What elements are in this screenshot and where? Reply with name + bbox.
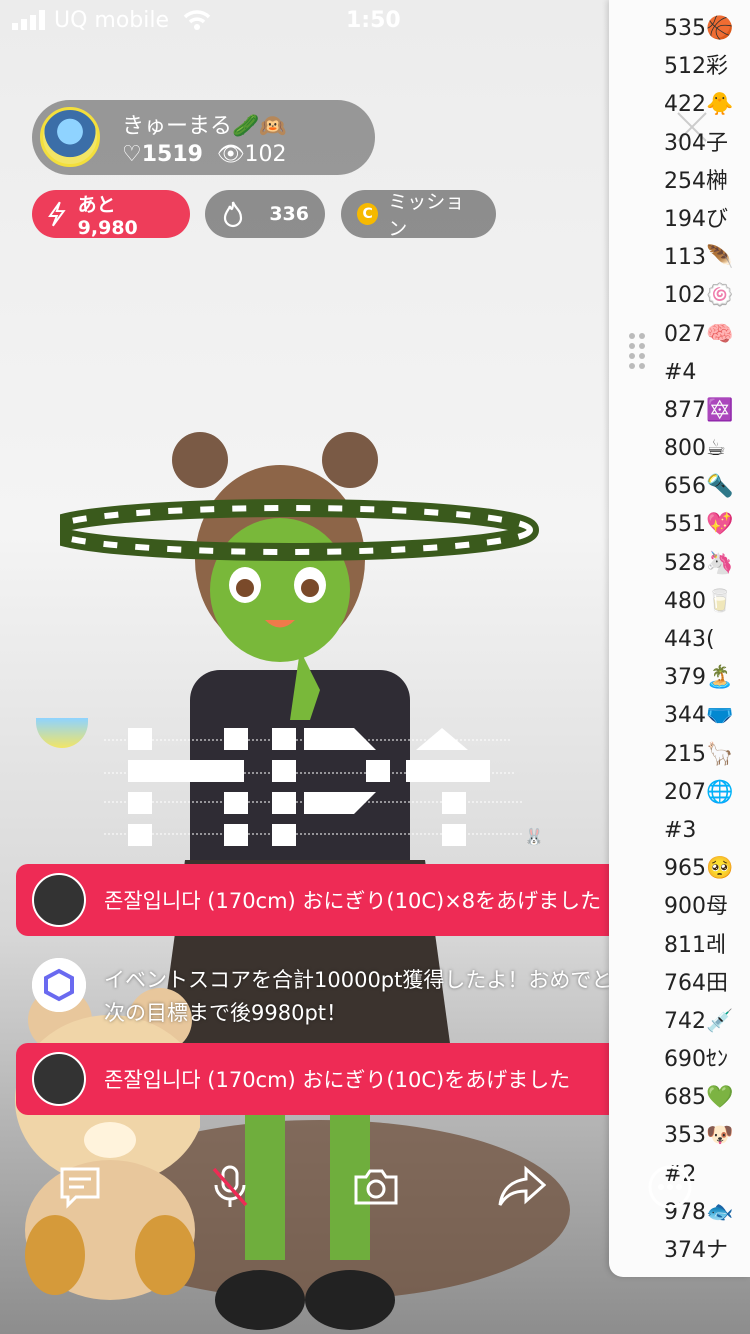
ranking-entry[interactable]: 551💖 (664, 506, 733, 544)
chat-text: イベントスコアを合計10000pt獲得したよ！おめでとう！次の目標まで後9980… (104, 968, 655, 1025)
ranking-entry[interactable]: 965🥺 (664, 850, 733, 888)
ranking-entry[interactable]: 207🌐 (664, 774, 733, 812)
chat-message[interactable]: 존잘입니다 (170cm) おにぎり(10C)をあげました (16, 1043, 661, 1115)
clock: 1:50 (346, 8, 401, 33)
ranking-entry[interactable]: 656🔦 (664, 468, 733, 506)
app-logo-icon (32, 958, 86, 1012)
coin-icon: C (357, 203, 379, 225)
carrier-label: UQ mobile (54, 8, 170, 33)
ranking-entry[interactable]: 194び (664, 201, 733, 239)
share-icon[interactable] (498, 1163, 546, 1211)
wifi-icon (183, 10, 211, 30)
signal-icon (12, 10, 45, 30)
camera-icon[interactable] (352, 1163, 400, 1211)
ranking-entry[interactable]: 800☕ (664, 430, 733, 468)
event-app-icon (32, 958, 86, 1012)
ranking-entry[interactable]: #3 (664, 812, 733, 850)
ranking-entry[interactable]: 685💚 (664, 1079, 733, 1117)
rabbit-emoji: 🐰 (524, 827, 544, 846)
ranking-entry[interactable]: 443( (664, 621, 733, 659)
ranking-entry[interactable]: 535🏀 (664, 10, 733, 48)
ranking-entry[interactable]: 877🔯 (664, 392, 733, 430)
ranking-entry[interactable]: 764田 (664, 965, 733, 1003)
ranking-entry[interactable]: 811레 (664, 927, 733, 965)
chat-message-system: イベントスコアを合計10000pt獲得したよ！おめでとう！次の目標まで後9980… (16, 950, 654, 1030)
ranking-entry[interactable]: 528🦄 (664, 545, 733, 583)
chat-avatar[interactable] (32, 1052, 86, 1106)
ranking-entry[interactable]: 215🦙 (664, 736, 733, 774)
ranking-entry[interactable]: 480🥛 (664, 583, 733, 621)
chat-text: 존잘입니다 (170cm) おにぎり(10C)をあげました (104, 1068, 571, 1092)
mission-label: ミッション (388, 191, 465, 240)
pixel-art-graphic: 🐰 (104, 728, 544, 846)
viewer-count: 👁102 (216, 142, 287, 167)
drag-handle-icon[interactable] (627, 332, 647, 370)
goal-remaining: あと9,980 (77, 193, 138, 239)
ranking-entry[interactable]: 027🧠 (664, 316, 733, 354)
ranking-entry[interactable]: 374ナ (664, 1232, 733, 1270)
mission-pill[interactable]: C ミッション (341, 190, 496, 240)
flame-icon (223, 201, 243, 228)
fire-pill[interactable]: 336 (205, 190, 325, 238)
goal-pill[interactable]: あと9,980 (32, 190, 190, 239)
chat-text: 존잘입니다 (170cm) おにぎり(10C)×8をあげました (104, 889, 602, 913)
ranking-entry[interactable]: 254榊 (664, 163, 733, 201)
likes-count: ♡1519 (122, 142, 203, 167)
host-name: きゅーまる🥒🙉 (122, 114, 287, 139)
more-icon[interactable] (646, 1163, 694, 1211)
host-avatar[interactable] (40, 107, 100, 167)
ranking-entry[interactable]: #4 (664, 354, 733, 392)
chat-message[interactable]: 존잘입니다 (170cm) おにぎり(10C)×8をあげました (16, 864, 676, 936)
ranking-entry[interactable]: 102🍥 (664, 277, 733, 315)
lightning-icon (48, 201, 66, 227)
host-stats: ♡1519 👁102 (122, 142, 287, 167)
ranking-entry[interactable]: 304子 (664, 125, 733, 163)
fire-count: 336 (269, 203, 309, 225)
mic-muted-icon[interactable] (206, 1163, 254, 1211)
ranking-entry[interactable]: 422🐥 (664, 86, 733, 124)
ranking-entry[interactable]: 900母 (664, 888, 733, 926)
ranking-entry[interactable]: 512彩 (664, 48, 733, 86)
ranking-entry[interactable]: 353🐶 (664, 1117, 733, 1155)
ranking-entry[interactable]: 690ｾﾝ (664, 1041, 733, 1079)
pixel-art-message: 🐰 (36, 718, 556, 848)
ranking-list: 535🏀 512彩 422🐥 304子 254榊 194び 113🪶 102🍥 027🧠 #4 87… (664, 10, 733, 1270)
chat-avatar[interactable] (32, 873, 86, 927)
host-profile-card[interactable]: きゅーまる🥒🙉 ♡1519 👁102 (32, 100, 375, 175)
ranking-entry[interactable]: 344🩲 (664, 697, 733, 735)
comment-icon[interactable] (56, 1163, 104, 1211)
ranking-panel[interactable]: 535🏀 512彩 422🐥 304子 254榊 194び 113🪶 102🍥 027🧠 #4 87… (609, 0, 750, 1277)
ranking-entry[interactable]: 742💉 (664, 1003, 733, 1041)
ranking-entry[interactable]: 379🏝️ (664, 659, 733, 697)
ranking-entry[interactable]: 113🪶 (664, 239, 733, 277)
